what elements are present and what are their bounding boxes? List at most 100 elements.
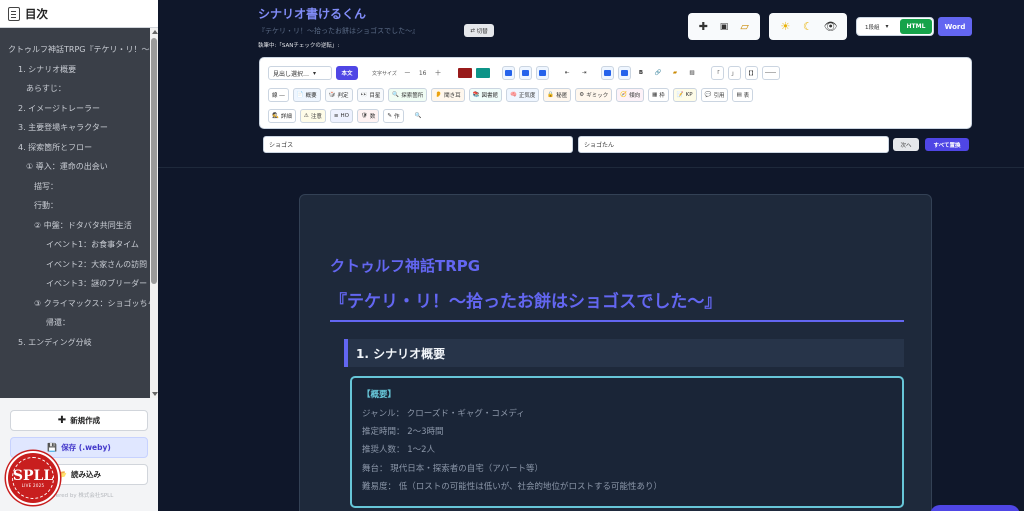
insert-block-button[interactable]: 🕵 詳細 [268, 109, 296, 123]
toc-item[interactable]: ① 導入：運命の出会い [0, 157, 150, 177]
search-icon[interactable]: 🔍 [411, 109, 425, 123]
toc-item[interactable]: あらすじ： [0, 79, 150, 99]
folder-open-icon[interactable]: ▰ [668, 66, 682, 80]
plus-icon: ✚ [57, 415, 67, 426]
align-center-icon[interactable] [518, 66, 532, 80]
insert-block-button[interactable]: 🎲 判定 [324, 88, 353, 102]
save-icon[interactable]: ▣ [715, 22, 733, 32]
redo-icon[interactable] [617, 66, 631, 80]
section-heading: 1. シナリオ概要 [344, 339, 904, 367]
new-file-button[interactable]: ✚ 新規作成 [10, 410, 148, 431]
insert-block-button[interactable]: ≡ HO [329, 109, 353, 123]
line-button[interactable]: 線 ― [268, 88, 289, 102]
block-label: 探索箇所 [401, 93, 424, 99]
scrollbar-thumb[interactable] [151, 38, 157, 284]
toc-item[interactable]: 3. 主要登場キャラクター [0, 118, 150, 138]
find-input[interactable]: ショゴス [263, 136, 573, 153]
insert-block-button[interactable]: 📚 図書館 [468, 88, 502, 102]
toc-item[interactable]: ② 中盤：ドタバタ共同生活 [0, 216, 150, 236]
toc-item[interactable]: イベント1：お食事タイム [0, 235, 150, 255]
insert-block-button[interactable]: ▦ 枠 [648, 88, 669, 102]
block-label: KP [685, 92, 693, 98]
bracket-button[interactable]: 【】 [744, 66, 758, 80]
quote-close-button[interactable]: 」 [727, 66, 741, 80]
align-right-icon[interactable] [535, 66, 549, 80]
insert-block-button[interactable]: 🔍 探索箇所 [388, 88, 428, 102]
toc-item[interactable]: 描写： [0, 177, 150, 197]
block-icon: 💬 [704, 92, 712, 98]
block-label: ギミック [586, 93, 609, 99]
table-of-contents: クトゥルフ神話TRPG『テケリ・リ！～拾ったお餅はショゴスでした～』1. シナリ… [0, 28, 150, 398]
insert-block-button[interactable]: 🛡 数 [356, 109, 380, 123]
toc-item[interactable]: 2. イメージトレーラー [0, 99, 150, 119]
block-icon: 📚 [472, 92, 480, 98]
toc-item[interactable]: クトゥルフ神話TRPG『テケリ・リ！～拾ったお餅はショゴスでした～』 [0, 40, 150, 60]
insert-block-button[interactable]: 💬 引用 [700, 88, 729, 102]
heading-select[interactable]: 見出し選択… ▾ [268, 66, 332, 80]
block-label: 注意 [310, 114, 322, 120]
chevron-down-icon: ▾ [885, 23, 889, 30]
insert-block-button[interactable]: 🧭 傾向 [616, 88, 645, 102]
insert-block-button[interactable]: 📄 概要 [292, 88, 321, 102]
block-icon: 🧠 [510, 92, 517, 98]
dash-button[interactable]: ―― [761, 66, 780, 80]
undo-icon[interactable] [600, 66, 614, 80]
sun-icon[interactable]: ☀ [776, 20, 794, 33]
insert-block-button[interactable]: 👀 目星 [356, 88, 385, 102]
align-left-icon[interactable] [501, 66, 515, 80]
floating-action-button[interactable] [930, 505, 1020, 511]
add-icon[interactable]: ✚ [694, 20, 712, 33]
font-size-plus[interactable]: ＋ [435, 68, 442, 78]
find-next-button[interactable]: 次へ [893, 138, 919, 151]
insert-block-button[interactable]: 📝 KP [672, 88, 697, 102]
toc-item[interactable]: 帰還： [0, 313, 150, 333]
toc-item[interactable]: ③ クライマックス：ショゴッちゃん [0, 294, 150, 314]
eye-icon[interactable]: 👁 [822, 20, 840, 33]
color-teal-swatch[interactable] [475, 68, 490, 78]
block-icon: ⚙ [579, 92, 585, 98]
insert-block-button[interactable]: ✎ 作 [383, 109, 404, 123]
toc-item[interactable]: 4. 探索箇所とフロー [0, 138, 150, 158]
html-export-button[interactable]: HTML [900, 19, 932, 34]
document-editor[interactable]: クトゥルフ神話TRPG 『テケリ・リ！～拾ったお餅はショゴスでした～』 1. シ… [299, 194, 932, 511]
body-text-button[interactable]: 本文 [336, 66, 358, 80]
insert-block-button[interactable]: 🧠 正気度 [506, 88, 540, 102]
replace-input[interactable]: ショゴたん [578, 136, 889, 153]
font-size-label: 文字サイズ [372, 70, 397, 77]
toc-item[interactable]: イベント2：大家さんの訪問 [0, 255, 150, 275]
word-export-button[interactable]: Word [938, 17, 972, 36]
block-label: 目星 [369, 93, 381, 99]
block-icon: ≡ [333, 113, 339, 119]
block-label: 聞き耳 [444, 93, 461, 99]
insert-block-button[interactable]: ▤ 表 [732, 88, 754, 102]
stamp-text: SPLL [12, 467, 54, 484]
moon-icon[interactable]: ☾ [799, 20, 817, 33]
quote-open-button[interactable]: 「 [710, 66, 724, 80]
toc-item[interactable]: 行動： [0, 196, 150, 216]
folder-icon[interactable]: ▱ [736, 20, 754, 33]
insert-block-button[interactable]: 👂 聞き耳 [431, 88, 465, 102]
switch-button[interactable]: ⇄ 切替 [464, 24, 494, 37]
block-icon: 👀 [360, 92, 368, 98]
sidebar: 目次 クトゥルフ神話TRPG『テケリ・リ！～拾ったお餅はショゴスでした～』1. … [0, 0, 158, 511]
overview-line: ジャンル： クローズド・ギャグ・コメディ [362, 409, 525, 419]
block-label: 秘匿 [556, 93, 568, 99]
replace-all-button[interactable]: すべて置換 [925, 138, 969, 151]
toc-item[interactable]: 5. エンディング分岐 [0, 333, 150, 353]
block-icon: 🎲 [328, 92, 336, 98]
image-icon[interactable]: ▨ [685, 66, 699, 80]
toc-item[interactable]: 1. シナリオ概要 [0, 60, 150, 80]
insert-block-button[interactable]: ⚙ ギミック [575, 88, 613, 102]
insert-block-button[interactable]: 🔒 秘匿 [543, 88, 572, 102]
color-red-swatch[interactable] [457, 68, 472, 78]
block-label: HO [340, 113, 349, 119]
bold-button[interactable]: B [634, 66, 648, 80]
switch-icon: ⇄ [470, 27, 475, 34]
indent-icon[interactable]: ⇥ [577, 66, 591, 80]
link-icon[interactable]: 🔗 [651, 66, 665, 80]
outdent-icon[interactable]: ⇤ [560, 66, 574, 80]
insert-block-button[interactable]: ⚠ 注意 [299, 109, 326, 123]
block-label: 数 [369, 114, 376, 120]
font-size-minus[interactable]: － [404, 68, 411, 78]
toc-item[interactable]: イベント3：謎のブリーダー [0, 274, 150, 294]
